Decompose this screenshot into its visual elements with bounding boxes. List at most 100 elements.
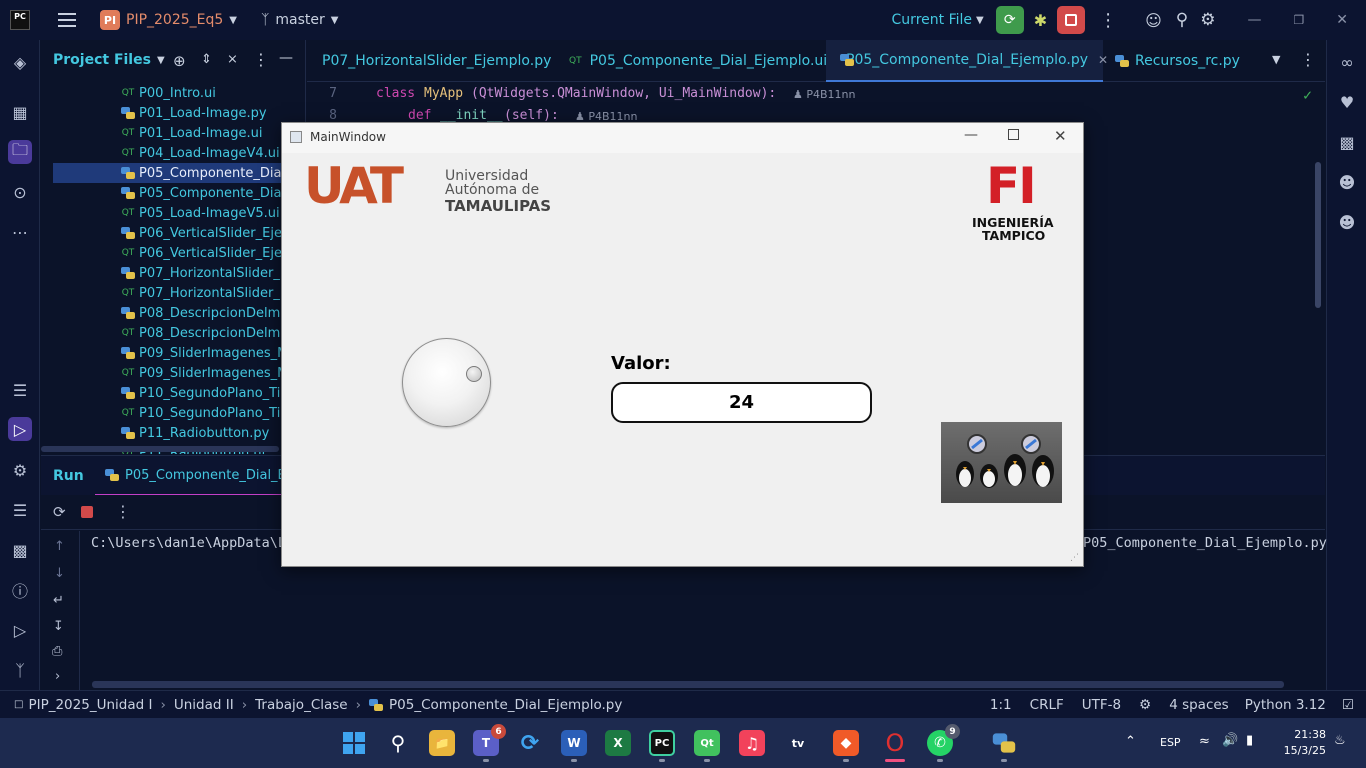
tray-chevron-up-icon[interactable]: ⌃ [1125,734,1136,749]
file-tree-item[interactable]: QT P09_SliderImagenes_M [41,363,305,383]
word-icon[interactable]: W [561,730,587,756]
run-config-tab[interactable]: P05_Componente_Dial_Ej [95,456,300,496]
branch-selector[interactable]: ᛉ master ▼ [261,12,338,28]
hamburger-menu-icon[interactable] [58,13,76,27]
brave-icon[interactable]: ◆ [833,730,859,756]
qt-window-titlebar[interactable]: MainWindow — ✕ [282,123,1083,153]
file-tree-item[interactable]: P10_SegundoPlano_Tim [41,383,305,403]
file-tree-item[interactable]: P05_Componente_Dial_ [53,163,305,183]
file-tree-item[interactable]: QT P08_DescripcionDelmac [41,323,305,343]
windows-start-icon[interactable] [341,730,367,756]
layers-icon[interactable]: ☰ [8,498,32,522]
maximize-icon[interactable] [1008,129,1019,140]
stop-icon[interactable] [81,506,93,518]
search-icon[interactable]: ⚲ [1176,10,1188,30]
todo-list-icon[interactable]: ☰ [8,378,32,402]
run-tool-icon[interactable]: ▷ [8,417,32,441]
pycharm-icon[interactable]: PC [649,730,675,756]
file-tree-item[interactable]: QT P00_Intro.ui [41,83,305,103]
locate-icon[interactable]: ⊕ [173,52,186,70]
clock-time[interactable]: 21:38 [1286,728,1326,741]
ai-assistant-icon[interactable]: ∞ [1335,50,1359,74]
database-icon[interactable]: ▩ [1335,130,1359,154]
file-tree-item[interactable]: P06_VerticalSlider_Ejem [41,223,305,243]
breadcrumb-item[interactable]: Unidad II [174,697,234,713]
more-options-icon[interactable]: ⋮ [1099,10,1117,31]
file-explorer-icon[interactable]: 📁 [429,730,455,756]
more-tools-icon[interactable]: ⋯ [8,220,32,244]
dial-knob[interactable] [402,338,491,427]
indent-setting[interactable]: 4 spaces [1169,697,1229,713]
tab-p05-dial-py[interactable]: P05_Componente_Dial_Ejemplo.py ✕ [826,40,1108,82]
rerun-icon[interactable]: ⟳ [53,503,66,521]
file-tree-item[interactable]: QT P01_Load-Image.ui [41,123,305,143]
stop-button[interactable] [1057,6,1086,34]
tab-recursos-rc[interactable]: Recursos_rc.py [1103,40,1263,82]
vertical-scrollbar[interactable] [1315,162,1321,308]
file-tree-item[interactable]: P07_HorizontalSlider_E [41,263,305,283]
notifications-bell-icon[interactable]: ♥ [1335,90,1359,114]
file-tree-item[interactable]: QT P10_SegundoPlano_Tim [41,403,305,423]
horizontal-scrollbar[interactable] [41,446,279,452]
restore-icon[interactable]: ❐ [1294,13,1305,27]
add-user-icon[interactable]: ☺ [1145,11,1162,30]
resize-grip-icon[interactable]: ⋰ [1070,553,1079,563]
search-icon[interactable]: ⚲ [385,730,411,756]
git-icon[interactable]: ᛉ [8,658,32,682]
line-separator[interactable]: CRLF [1030,697,1064,713]
file-tree-item[interactable]: P11_Radiobutton.py [41,423,305,443]
close-icon[interactable]: ✕ [1336,12,1348,28]
minimize-icon[interactable]: — [964,127,978,143]
code-style-icon[interactable]: ⚙ [1139,697,1151,713]
rerun-button[interactable]: ⟳ [995,6,1024,34]
problems-icon[interactable]: ⓘ [8,578,32,602]
apple-music-icon[interactable]: ♫ [739,730,765,756]
collapse-all-icon[interactable]: ⨯ [227,52,238,67]
file-tree-item[interactable]: P01_Load-Image.py [41,103,305,123]
hide-panel-icon[interactable]: — [279,50,293,66]
tab-p07-horizontal-slider[interactable]: P07_HorizontalSlider_Ejemplo.py [307,40,555,82]
close-icon[interactable]: ✕ [1054,127,1067,145]
file-encoding[interactable]: UTF-8 [1082,697,1121,713]
teams-icon[interactable]: T6 [473,724,506,756]
run-config-selector[interactable]: Current File [892,12,972,28]
whatsapp-icon[interactable]: ✆ 9 [927,724,960,756]
vscode-icon[interactable]: ⟳ [517,730,543,756]
breadcrumb-item[interactable]: PIP_2025_Unidad I [28,697,152,713]
expand-icon[interactable]: › [55,669,60,684]
soft-wrap-icon[interactable]: ↵ [53,593,64,608]
commit-icon[interactable]: ⊙ [8,180,32,204]
console-scrollbar[interactable] [92,681,1284,688]
file-tree-item[interactable]: QT P05_Load-ImageV5.ui [41,203,305,223]
apple-tv-icon[interactable]: tv [785,730,811,756]
scroll-up-icon[interactable]: ↑ [54,539,65,554]
breadcrumb-item[interactable]: P05_Componente_Dial_Ejemplo.py [389,697,622,713]
file-tree-item[interactable]: QT P07_HorizontalSlider_E [41,283,305,303]
breadcrumb-item[interactable]: Trabajo_Clase [255,697,347,713]
language-indicator[interactable]: ESP [1160,736,1181,749]
run-tab-label[interactable]: Run [53,468,84,484]
services-icon[interactable]: ▷ [8,618,32,642]
wifi-icon[interactable]: ≈ [1199,734,1210,749]
scroll-down-icon[interactable]: ↓ [54,566,65,581]
lock-icon[interactable]: ☑ [1342,697,1354,713]
copilot-chat-icon[interactable]: ☻ [1335,210,1359,234]
opera-icon[interactable]: O [882,729,908,757]
debug-bug-icon[interactable]: ✱ [1034,11,1047,30]
file-tree-item[interactable]: P09_SliderImagenes_M [41,343,305,363]
settings-gear-icon[interactable]: ⚙ [1200,10,1215,30]
notification-bell-icon[interactable]: ♨ [1334,733,1346,748]
structure-icon[interactable]: ▦ [8,100,32,124]
battery-icon[interactable]: ▮ [1246,733,1253,748]
minimize-icon[interactable]: — [1248,12,1262,28]
expand-all-icon[interactable]: ⇕ [201,52,212,67]
python-packages-icon[interactable]: ⚙ [8,458,32,482]
python-interpreter[interactable]: Python 3.12 [1245,697,1326,713]
file-tree-item[interactable]: P08_DescripcionDelmac [41,303,305,323]
project-panel-header[interactable]: Project Files ▼ [53,52,165,68]
scroll-to-end-icon[interactable]: ↧ [53,619,64,634]
more-options-icon[interactable]: ⋮ [1300,50,1316,69]
tab-p05-dial-ui[interactable]: QT P05_Componente_Dial_Ejemplo.ui [555,40,827,82]
terminal-icon[interactable]: ▩ [8,538,32,562]
tabs-dropdown-icon[interactable]: ▼ [1272,53,1280,66]
